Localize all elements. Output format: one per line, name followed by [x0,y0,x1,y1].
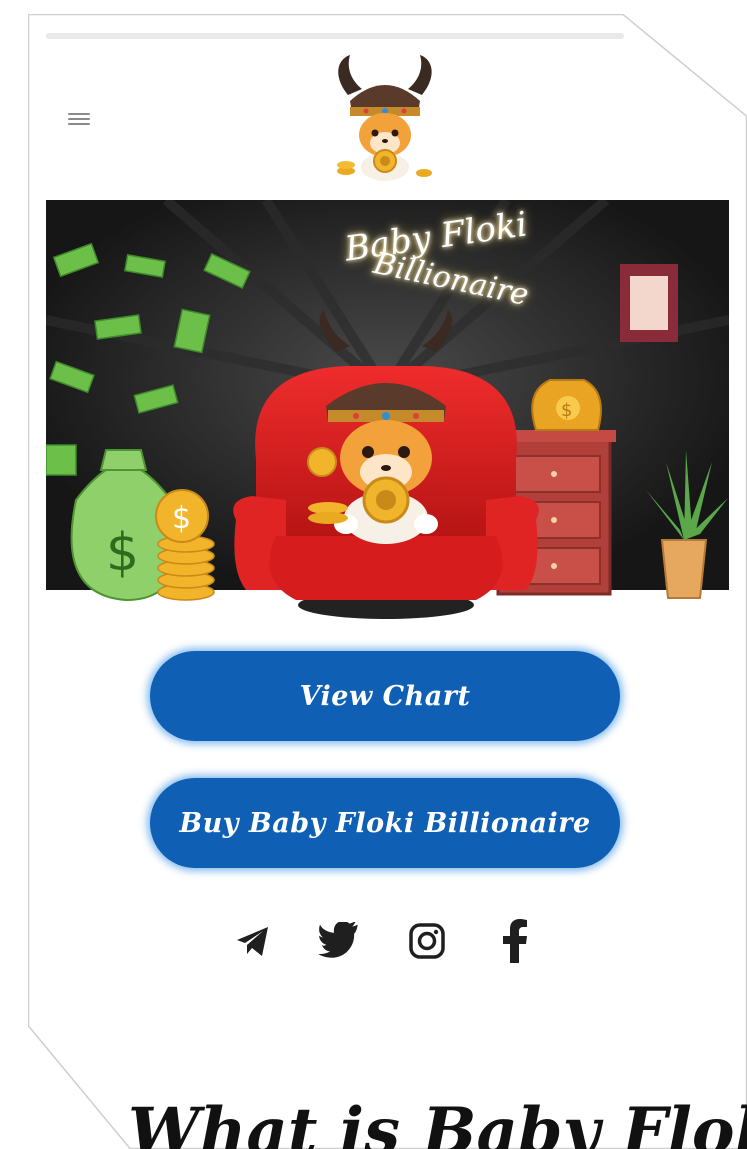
svg-text:$: $ [106,523,139,583]
facebook-icon[interactable] [492,918,538,964]
hamburger-menu-icon[interactable] [68,110,90,128]
site-logo[interactable] [326,55,444,185]
view-chart-button[interactable]: View Chart [150,651,620,741]
section-heading: What is Baby Floki [128,1094,747,1149]
buy-button[interactable]: Buy Baby Floki Billionaire [150,778,620,868]
instagram-icon[interactable] [404,918,450,964]
svg-text:$: $ [561,400,572,421]
telegram-icon[interactable] [230,918,276,964]
hero-banner: $ $ $ Baby Floki Billionaire [46,200,729,620]
twitter-icon[interactable] [316,918,362,964]
social-links [228,918,538,968]
svg-text:$: $ [172,501,191,536]
page: $ $ $ Baby Floki Billionaire View Chart … [0,0,747,1149]
top-scroll-indicator [46,33,624,39]
